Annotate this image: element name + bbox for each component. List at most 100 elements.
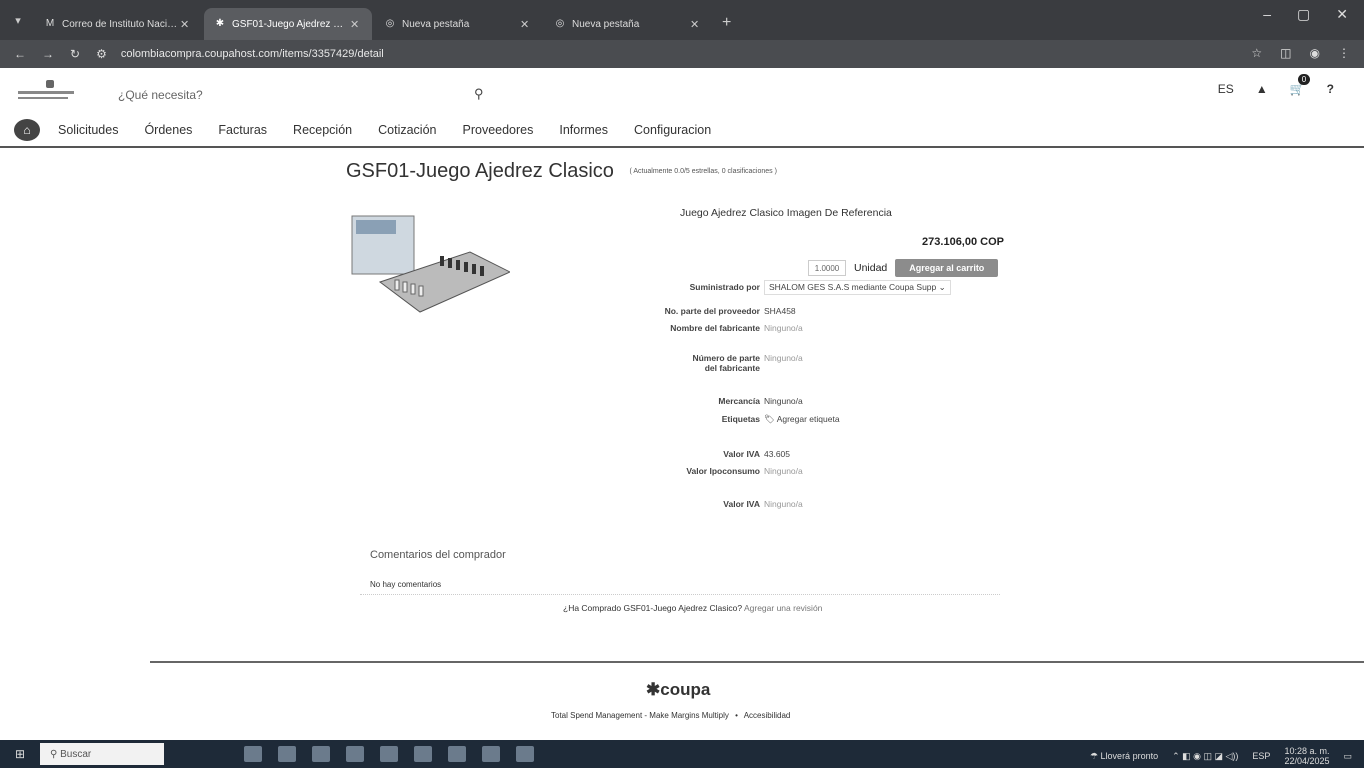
bell-icon[interactable]: ▲ [1256, 82, 1268, 96]
language-indicator[interactable]: ESP [1252, 751, 1270, 761]
cart-badge: 0 [1297, 74, 1311, 85]
rating-note: ( Actualmente 0.0/5 estrellas, 0 clasifi… [629, 168, 777, 176]
nav-facturas[interactable]: Facturas [218, 123, 267, 137]
new-tab-button[interactable]: + [714, 8, 739, 40]
detail-iva-2: Valor IVA Ninguno/a [723, 499, 803, 509]
search-icon: ⚲ [50, 748, 58, 760]
app-icon[interactable] [346, 746, 364, 762]
notifications-icon[interactable]: ▭ [1343, 751, 1352, 762]
back-icon[interactable]: ← [14, 47, 26, 61]
chevron-down-icon: ⌄ [938, 282, 946, 292]
site-info-icon[interactable]: ⚙ [96, 47, 107, 61]
app-icon[interactable] [380, 746, 398, 762]
reload-icon[interactable]: ↻ [70, 47, 80, 61]
windows-taskbar: ⊞ ⚲ Buscar ☂ Lloverá pronto ⌃ ◧ ◉ ◫ ◪ ◁)… [0, 740, 1364, 768]
quantity-input[interactable]: 1.0000 [808, 260, 846, 276]
add-review-link[interactable]: Agregar una revisión [744, 603, 822, 613]
app-icon[interactable] [244, 746, 262, 762]
taskbar-search[interactable]: ⚲ Buscar [40, 743, 164, 765]
close-icon[interactable]: ✕ [690, 18, 702, 31]
weather-widget[interactable]: ☂ Lloverá pronto [1090, 751, 1158, 762]
nav-informes[interactable]: Informes [559, 123, 608, 137]
supplier-select[interactable]: SHALOM GES S.A.S mediante Coupa Supp ⌄ [764, 280, 951, 295]
tray-icons[interactable]: ⌃ ◧ ◉ ◫ ◪ ◁)) [1172, 751, 1238, 762]
close-icon[interactable]: ✕ [520, 18, 532, 31]
menu-icon[interactable]: ⋮ [1338, 46, 1350, 60]
tab-coupa-item[interactable]: ✱ GSF01-Juego Ajedrez Clasico ✕ [204, 8, 372, 40]
add-tag-link[interactable]: 🏷 Agregar etiqueta [764, 414, 840, 425]
taskbar-apps [244, 746, 534, 762]
bookmark-star-icon[interactable]: ☆ [1251, 46, 1262, 60]
coupa-logo-icon: ✱ [646, 680, 661, 699]
globe-icon: ◎ [385, 18, 395, 29]
detail-supplier-part: No. parte del proveedor SHA458 [664, 306, 796, 316]
close-icon[interactable]: ✕ [180, 18, 192, 31]
nav-cotizacion[interactable]: Cotización [378, 123, 436, 137]
forward-icon[interactable]: → [42, 47, 54, 61]
tab-title: Correo de Instituto Nacional P... [62, 18, 180, 30]
rain-icon: ☂ [1089, 750, 1099, 761]
search-bar[interactable]: ¿Qué necesita? ⚲ [118, 86, 488, 104]
detail-supplier: Suministrado por SHALOM GES S.A.S median… [640, 280, 980, 300]
tag-icon: 🏷 [764, 414, 775, 424]
item-price: 273.106,00 COP [922, 236, 1004, 248]
nav-ordenes[interactable]: Órdenes [144, 123, 192, 137]
unit-label: Unidad [854, 262, 888, 274]
search-input[interactable]: ¿Qué necesita? [118, 88, 203, 102]
page-title: GSF01-Juego Ajedrez Clasico ( Actualment… [346, 160, 777, 183]
profile-icon[interactable]: ◉ [1310, 46, 1320, 60]
language-selector[interactable]: ES [1218, 82, 1234, 96]
item-description: Juego Ajedrez Clasico Imagen De Referenc… [680, 207, 892, 219]
extensions-icon[interactable]: ◫ [1280, 46, 1291, 60]
search-icon[interactable]: ⚲ [474, 86, 484, 102]
home-icon[interactable]: ⌂ [14, 119, 40, 141]
app-icon[interactable] [482, 746, 500, 762]
minimize-icon[interactable]: – [1263, 6, 1271, 23]
nav-solicitudes[interactable]: Solicitudes [58, 123, 118, 137]
windows-start-icon[interactable]: ⊞ [0, 747, 40, 761]
clock[interactable]: 10:28 a. m. 22/04/2025 [1284, 746, 1329, 766]
org-logo[interactable] [18, 80, 82, 108]
tab-title: Nueva pestaña [572, 18, 640, 30]
app-icon[interactable] [448, 746, 466, 762]
detail-ipoconsumo: Valor Ipoconsumo Ninguno/a [686, 466, 803, 476]
detail-manufacturer-name: Nombre del fabricante Ninguno/a [670, 323, 803, 333]
app-icon[interactable] [278, 746, 296, 762]
app-icon[interactable] [414, 746, 432, 762]
url-field[interactable]: colombiacompra.coupahost.com/items/33574… [121, 48, 384, 60]
product-image [351, 215, 510, 313]
nav-recepcion[interactable]: Recepción [293, 123, 352, 137]
browser-nav: ← → ↻ ⚙ [14, 47, 107, 61]
maximize-icon[interactable]: ▢ [1297, 6, 1310, 23]
tab-new-1[interactable]: ◎ Nueva pestaña ✕ [374, 8, 542, 40]
browser-tab-strip: ▾ M Correo de Instituto Nacional P... ✕ … [0, 0, 1364, 40]
coupa-favicon: ✱ [215, 18, 225, 29]
help-icon[interactable]: ? [1327, 82, 1334, 96]
system-tray: ☂ Lloverá pronto ⌃ ◧ ◉ ◫ ◪ ◁)) ESP 10:28… [1090, 746, 1352, 766]
footer-divider [150, 661, 1364, 663]
globe-icon: ◎ [555, 18, 565, 29]
nav-proveedores[interactable]: Proveedores [463, 123, 534, 137]
comments-heading: Comentarios del comprador [370, 549, 506, 561]
coupa-logo[interactable]: ✱coupa [646, 680, 710, 700]
nav-configuracion[interactable]: Configuracion [634, 123, 711, 137]
detail-iva: Valor IVA 43.605 [723, 449, 790, 459]
close-window-icon[interactable]: ✕ [1336, 6, 1348, 23]
cart-icon[interactable]: 🛒 0 [1290, 74, 1311, 96]
footer-text: Total Spend Management - Make Margins Mu… [551, 711, 791, 720]
tab-new-2[interactable]: ◎ Nueva pestaña ✕ [544, 8, 712, 40]
main-nav: ⌂ Solicitudes Órdenes Facturas Recepción… [0, 114, 1364, 148]
add-to-cart-button[interactable]: Agregar al carrito [895, 259, 999, 277]
tab-search-icon[interactable]: ▾ [10, 12, 26, 28]
close-icon[interactable]: ✕ [350, 18, 362, 31]
detail-tags: Etiquetas 🏷 Agregar etiqueta [721, 414, 840, 425]
gmail-icon: M [45, 18, 55, 29]
header-actions: ES ▲ 🛒 0 ? [1218, 74, 1334, 96]
app-icon[interactable] [312, 746, 330, 762]
quantity-row: 1.0000 Unidad Agregar al carrito [808, 259, 999, 277]
accessibility-link[interactable]: Accesibilidad [744, 711, 791, 720]
detail-manufacturer-part: Número de parte del fabricante Ninguno/a [692, 353, 803, 373]
tab-gmail[interactable]: M Correo de Instituto Nacional P... ✕ [34, 8, 202, 40]
no-comments-text: No hay comentarios [370, 580, 442, 589]
app-icon[interactable] [516, 746, 534, 762]
